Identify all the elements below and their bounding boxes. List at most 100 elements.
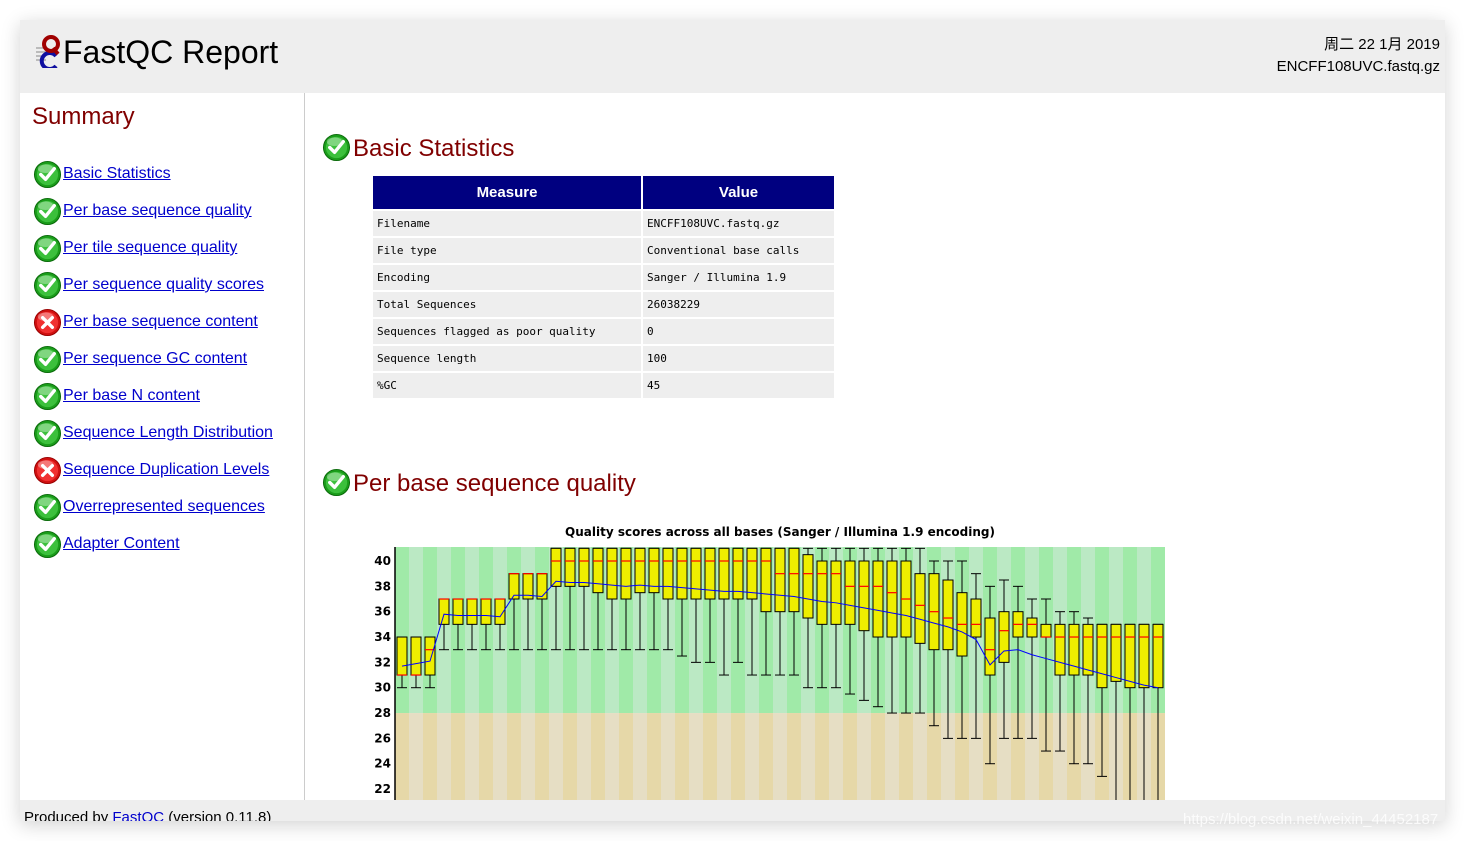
sidebar-item-per-base-sequence-quality[interactable]: Per base sequence quality	[33, 196, 252, 226]
sidebar-link[interactable]: Per sequence quality scores	[63, 276, 264, 294]
warning-zone-band	[899, 713, 913, 800]
sidebar-item-per-sequence-gc-content[interactable]: Per sequence GC content	[33, 344, 247, 374]
value-cell: 100	[643, 346, 834, 371]
value-cell: Conventional base calls	[643, 238, 834, 263]
sidebar-link[interactable]: Per sequence GC content	[63, 350, 247, 368]
warning-zone-band	[493, 713, 507, 800]
box	[886, 560, 898, 638]
column-header-value: Value	[643, 176, 834, 209]
warning-zone-band	[549, 713, 563, 800]
y-tick-label: 38	[374, 579, 391, 593]
pass-icon	[33, 271, 62, 299]
box	[634, 547, 646, 594]
box	[942, 579, 954, 651]
table-row: %GC 45	[373, 373, 834, 398]
warning-zone-band	[801, 713, 815, 800]
sidebar-link[interactable]: Overrepresented sequences	[63, 498, 265, 516]
y-tick-label: 40	[374, 554, 391, 568]
warning-zone-band	[675, 713, 689, 800]
box	[1096, 623, 1108, 689]
sidebar-link[interactable]: Sequence Duplication Levels	[63, 461, 269, 479]
warning-zone-band	[563, 713, 577, 800]
y-tick-label: 30	[374, 681, 391, 695]
box	[984, 617, 996, 676]
fastqc-logo-icon	[36, 35, 60, 68]
main-content: Basic Statistics Measure Value Filename E…	[305, 93, 1445, 800]
sidebar-item-basic-statistics[interactable]: Basic Statistics	[33, 159, 171, 189]
box	[1082, 623, 1094, 676]
sidebar-link[interactable]: Per tile sequence quality	[63, 239, 237, 257]
box	[774, 547, 786, 613]
y-tick-label: 32	[374, 655, 391, 669]
warning-zone-band	[465, 713, 479, 800]
box	[592, 547, 604, 594]
warning-zone-band	[479, 713, 493, 800]
per-base-quality-heading: Per base sequence quality	[322, 468, 636, 497]
measure-cell: Sequences flagged as poor quality	[373, 319, 641, 344]
sidebar-link[interactable]: Per base N content	[63, 387, 200, 405]
sidebar-item-sequence-duplication-levels[interactable]: Sequence Duplication Levels	[33, 455, 269, 485]
measure-cell: %GC	[373, 373, 641, 398]
column-header-measure: Measure	[373, 176, 641, 209]
fastqc-link[interactable]: FastQC	[112, 809, 164, 821]
table-row: File type Conventional base calls	[373, 238, 834, 263]
warning-zone-band	[577, 713, 591, 800]
warning-zone-band	[759, 713, 773, 800]
box	[788, 547, 800, 613]
box	[858, 560, 870, 632]
sidebar-link[interactable]: Per base sequence quality	[63, 202, 252, 220]
basic-statistics-table: Measure Value Filename ENCFF108UVC.fastq.…	[371, 174, 836, 400]
box	[872, 560, 884, 638]
warning-zone-band	[451, 713, 465, 800]
box	[466, 598, 478, 625]
pass-icon	[33, 493, 62, 521]
warning-zone-band	[591, 713, 605, 800]
sidebar-link[interactable]: Per base sequence content	[63, 313, 258, 331]
pass-icon	[33, 345, 62, 373]
box	[746, 547, 758, 600]
sidebar-item-per-tile-sequence-quality[interactable]: Per tile sequence quality	[33, 233, 237, 263]
box	[564, 547, 576, 587]
sidebar-item-overrepresented-sequences[interactable]: Overrepresented sequences	[33, 492, 265, 522]
box	[1152, 623, 1164, 689]
sidebar-link[interactable]: Sequence Length Distribution	[63, 424, 273, 442]
box	[438, 598, 450, 625]
measure-cell: Encoding	[373, 265, 641, 290]
warning-zone-band	[745, 713, 759, 800]
box	[802, 554, 814, 619]
sidebar-item-sequence-length-distribution[interactable]: Sequence Length Distribution	[33, 418, 273, 448]
box	[1138, 623, 1150, 689]
sidebar-link[interactable]: Adapter Content	[63, 535, 180, 553]
box	[620, 547, 632, 600]
basic-statistics-heading: Basic Statistics	[322, 133, 514, 162]
warning-zone-band	[535, 713, 549, 800]
warning-zone-band	[843, 713, 857, 800]
pass-icon	[33, 234, 62, 262]
warning-zone-band	[885, 713, 899, 800]
box	[1124, 623, 1136, 689]
pass-icon	[33, 419, 62, 447]
warning-zone-band	[815, 713, 829, 800]
sidebar-item-per-base-n-content[interactable]: Per base N content	[33, 381, 200, 411]
measure-cell: File type	[373, 238, 641, 263]
box	[704, 547, 716, 600]
warning-zone-band	[871, 713, 885, 800]
sidebar-item-adapter-content[interactable]: Adapter Content	[33, 529, 180, 559]
box	[480, 598, 492, 625]
report-window: FastQC Report 周二 22 1月 2019 ENCFF108UVC.…	[20, 20, 1445, 821]
sidebar-item-per-base-sequence-content[interactable]: Per base sequence content	[33, 307, 258, 337]
sidebar-link[interactable]: Basic Statistics	[63, 165, 171, 183]
watermark: https://blog.csdn.net/weixin_44452187	[1183, 811, 1439, 828]
box	[452, 598, 464, 625]
box	[816, 560, 828, 625]
warning-zone-band	[409, 713, 423, 800]
fail-icon	[33, 456, 62, 484]
header: FastQC Report 周二 22 1月 2019 ENCFF108UVC.…	[20, 20, 1445, 93]
summary-title: Summary	[32, 103, 135, 130]
value-cell: Sanger / Illumina 1.9	[643, 265, 834, 290]
sidebar-item-per-sequence-quality-scores[interactable]: Per sequence quality scores	[33, 270, 264, 300]
pass-icon	[33, 197, 62, 225]
warning-zone-band	[605, 713, 619, 800]
warning-zone-band	[689, 713, 703, 800]
box	[970, 598, 982, 638]
